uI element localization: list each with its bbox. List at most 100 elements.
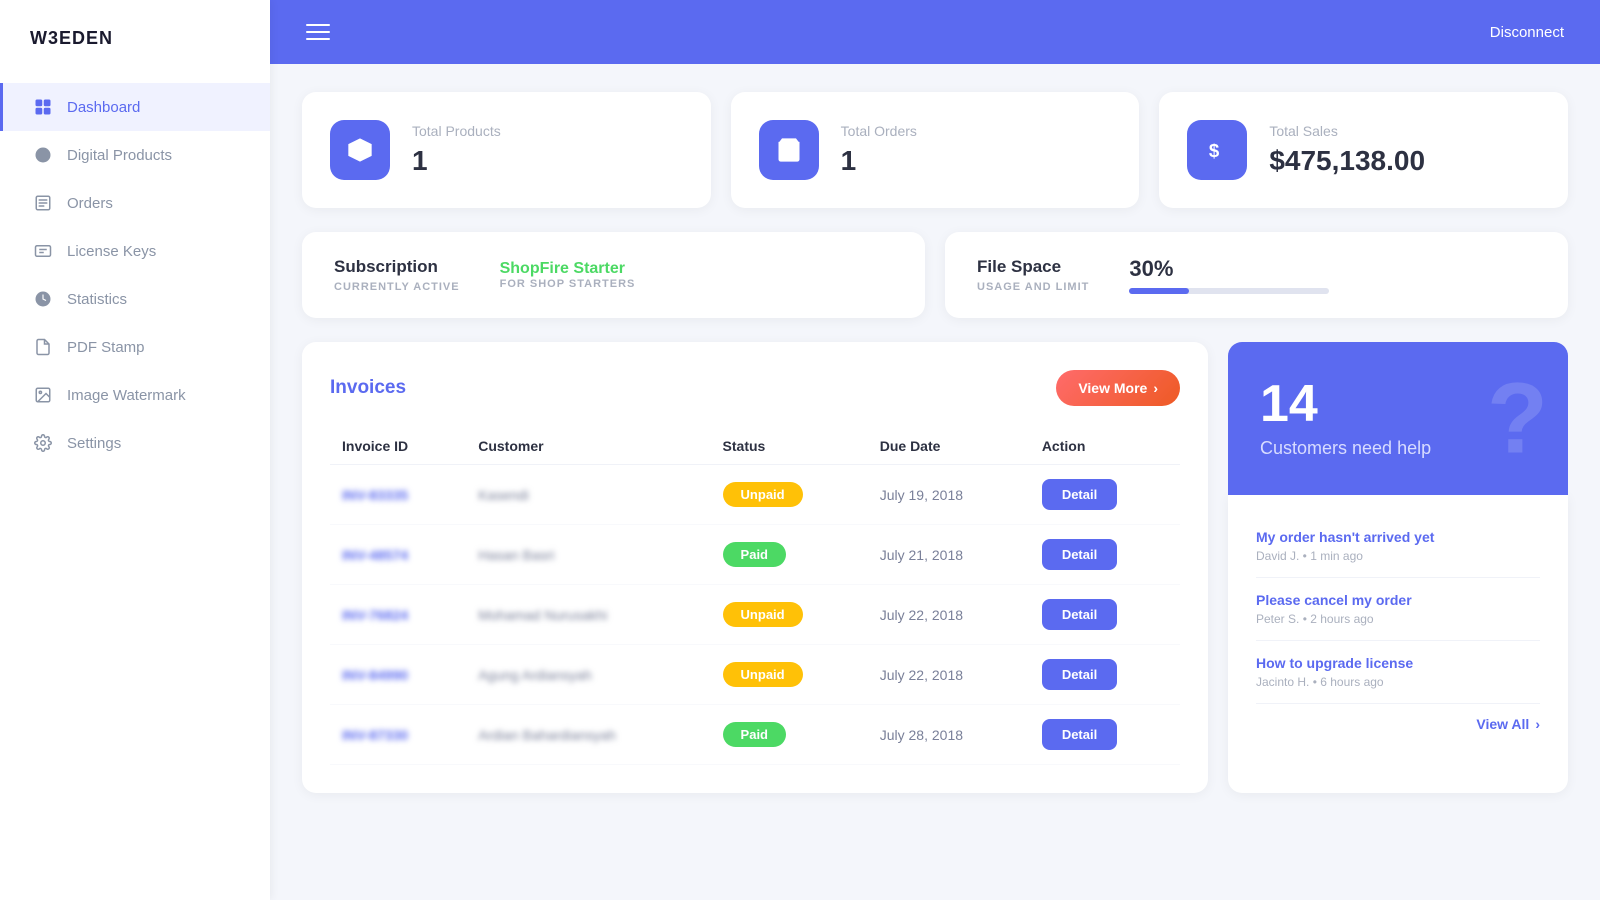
sidebar-item-orders[interactable]: Orders [0,179,270,227]
invoices-panel: Invoices View More › Invoice ID Customer… [302,342,1208,793]
statistics-icon [33,289,53,309]
col-customer: Customer [466,428,710,465]
invoice-id-cell: INV-83335 [330,465,466,525]
license-keys-icon [33,241,53,261]
lower-row: Invoices View More › Invoice ID Customer… [302,342,1568,793]
action-cell: Detail [1030,465,1180,525]
total-sales-label: Total Sales [1269,123,1425,139]
hamburger-menu[interactable] [306,24,330,40]
subscription-for: FOR SHOP STARTERS [500,278,636,290]
detail-button[interactable]: Detail [1042,719,1117,750]
disconnect-button[interactable]: Disconnect [1490,24,1564,41]
status-cell: Unpaid [711,645,868,705]
subscription-card: Subscription CURRENTLY ACTIVE ShopFire S… [302,232,925,318]
due-date-cell: July 21, 2018 [868,525,1030,585]
support-item-meta: Jacinto H. • 6 hours ago [1256,675,1540,689]
sidebar-item-dashboard[interactable]: Dashboard [0,83,270,131]
table-row: INV-76824 Mohamad Nurusakhi Unpaid July … [330,585,1180,645]
filespace-title: File Space [977,257,1089,277]
stats-row: Total Products 1 Total Orders 1 $ [302,92,1568,208]
subscription-subtitle: CURRENTLY ACTIVE [334,281,460,293]
support-item-title[interactable]: My order hasn't arrived yet [1256,529,1540,545]
view-all-label: View All [1476,716,1529,732]
detail-button[interactable]: Detail [1042,599,1117,630]
sidebar-item-settings[interactable]: Settings [0,419,270,467]
sidebar-item-license-keys-label: License Keys [67,243,156,260]
customer-cell: Kasendi [466,465,710,525]
table-row: INV-87330 Ardian Bahardiansyah Paid July… [330,705,1180,765]
col-invoice-id: Invoice ID [330,428,466,465]
filespace-subtitle: USAGE AND LIMIT [977,281,1089,293]
sidebar-item-digital-products-label: Digital Products [67,147,172,164]
support-item: My order hasn't arrived yet David J. • 1… [1256,515,1540,578]
sales-stat-icon: $ [1187,120,1247,180]
chevron-right-icon: › [1153,380,1158,396]
invoice-id-cell: INV-84990 [330,645,466,705]
filespace-card: File Space USAGE AND LIMIT 30% [945,232,1568,318]
main-content: Total Products 1 Total Orders 1 $ [270,64,1600,900]
invoice-table: Invoice ID Customer Status Due Date Acti… [330,428,1180,765]
sidebar-item-digital-products[interactable]: Digital Products [0,131,270,179]
main-area: Disconnect Total Products 1 T [270,0,1600,900]
detail-button[interactable]: Detail [1042,479,1117,510]
products-icon [330,120,390,180]
sidebar-nav: Dashboard Digital Products Orders Licens… [0,73,270,477]
subscription-value: ShopFire Starter [500,260,636,278]
sidebar-item-dashboard-label: Dashboard [67,99,140,116]
total-sales-value: $475,138.00 [1269,145,1425,177]
support-item-title[interactable]: How to upgrade license [1256,655,1540,671]
help-card: 14 Customers need help ? [1228,342,1568,495]
invoices-title: Invoices [330,377,406,399]
customer-cell: Hasan Basri [466,525,710,585]
invoice-id-cell: INV-76824 [330,585,466,645]
sidebar-item-orders-label: Orders [67,195,113,212]
action-cell: Detail [1030,645,1180,705]
table-row: INV-48574 Hasan Basri Paid July 21, 2018… [330,525,1180,585]
total-products-label: Total Products [412,123,501,139]
action-cell: Detail [1030,585,1180,645]
dashboard-icon [33,97,53,117]
detail-button[interactable]: Detail [1042,659,1117,690]
sidebar: W3EDEN Dashboard Digital Products Orders [0,0,270,900]
support-item: How to upgrade license Jacinto H. • 6 ho… [1256,641,1540,704]
progress-fill [1129,288,1189,294]
sidebar-item-image-watermark-label: Image Watermark [67,387,186,404]
total-products-value: 1 [412,145,501,177]
detail-button[interactable]: Detail [1042,539,1117,570]
sidebar-item-image-watermark[interactable]: Image Watermark [0,371,270,419]
support-item-meta: David J. • 1 min ago [1256,549,1540,563]
status-cell: Paid [711,525,868,585]
action-cell: Detail [1030,705,1180,765]
sidebar-item-statistics[interactable]: Statistics [0,275,270,323]
col-due-date: Due Date [868,428,1030,465]
orders-icon [33,193,53,213]
due-date-cell: July 22, 2018 [868,645,1030,705]
invoice-id-cell: INV-48574 [330,525,466,585]
sidebar-item-statistics-label: Statistics [67,291,127,308]
invoice-id-cell: INV-87330 [330,705,466,765]
sidebar-item-pdf-stamp[interactable]: PDF Stamp [0,323,270,371]
stat-card-sales: $ Total Sales $475,138.00 [1159,92,1568,208]
sidebar-item-pdf-stamp-label: PDF Stamp [67,339,145,356]
subscription-title: Subscription [334,257,460,277]
support-item-meta: Peter S. • 2 hours ago [1256,612,1540,626]
progress-bar [1129,288,1329,294]
view-all-link[interactable]: View All› [1256,704,1540,732]
view-more-button[interactable]: View More › [1056,370,1180,406]
header: Disconnect [270,0,1600,64]
status-cell: Paid [711,705,868,765]
status-cell: Unpaid [711,585,868,645]
orders-stat-icon [759,120,819,180]
support-item-title[interactable]: Please cancel my order [1256,592,1540,608]
sidebar-item-license-keys[interactable]: License Keys [0,227,270,275]
action-cell: Detail [1030,525,1180,585]
stat-card-orders: Total Orders 1 [731,92,1140,208]
due-date-cell: July 22, 2018 [868,585,1030,645]
filespace-percent: 30% [1129,256,1329,282]
total-orders-label: Total Orders [841,123,917,139]
svg-text:$: $ [1209,140,1220,161]
col-action: Action [1030,428,1180,465]
invoices-header: Invoices View More › [330,370,1180,406]
due-date-cell: July 19, 2018 [868,465,1030,525]
view-more-label: View More [1078,380,1147,396]
